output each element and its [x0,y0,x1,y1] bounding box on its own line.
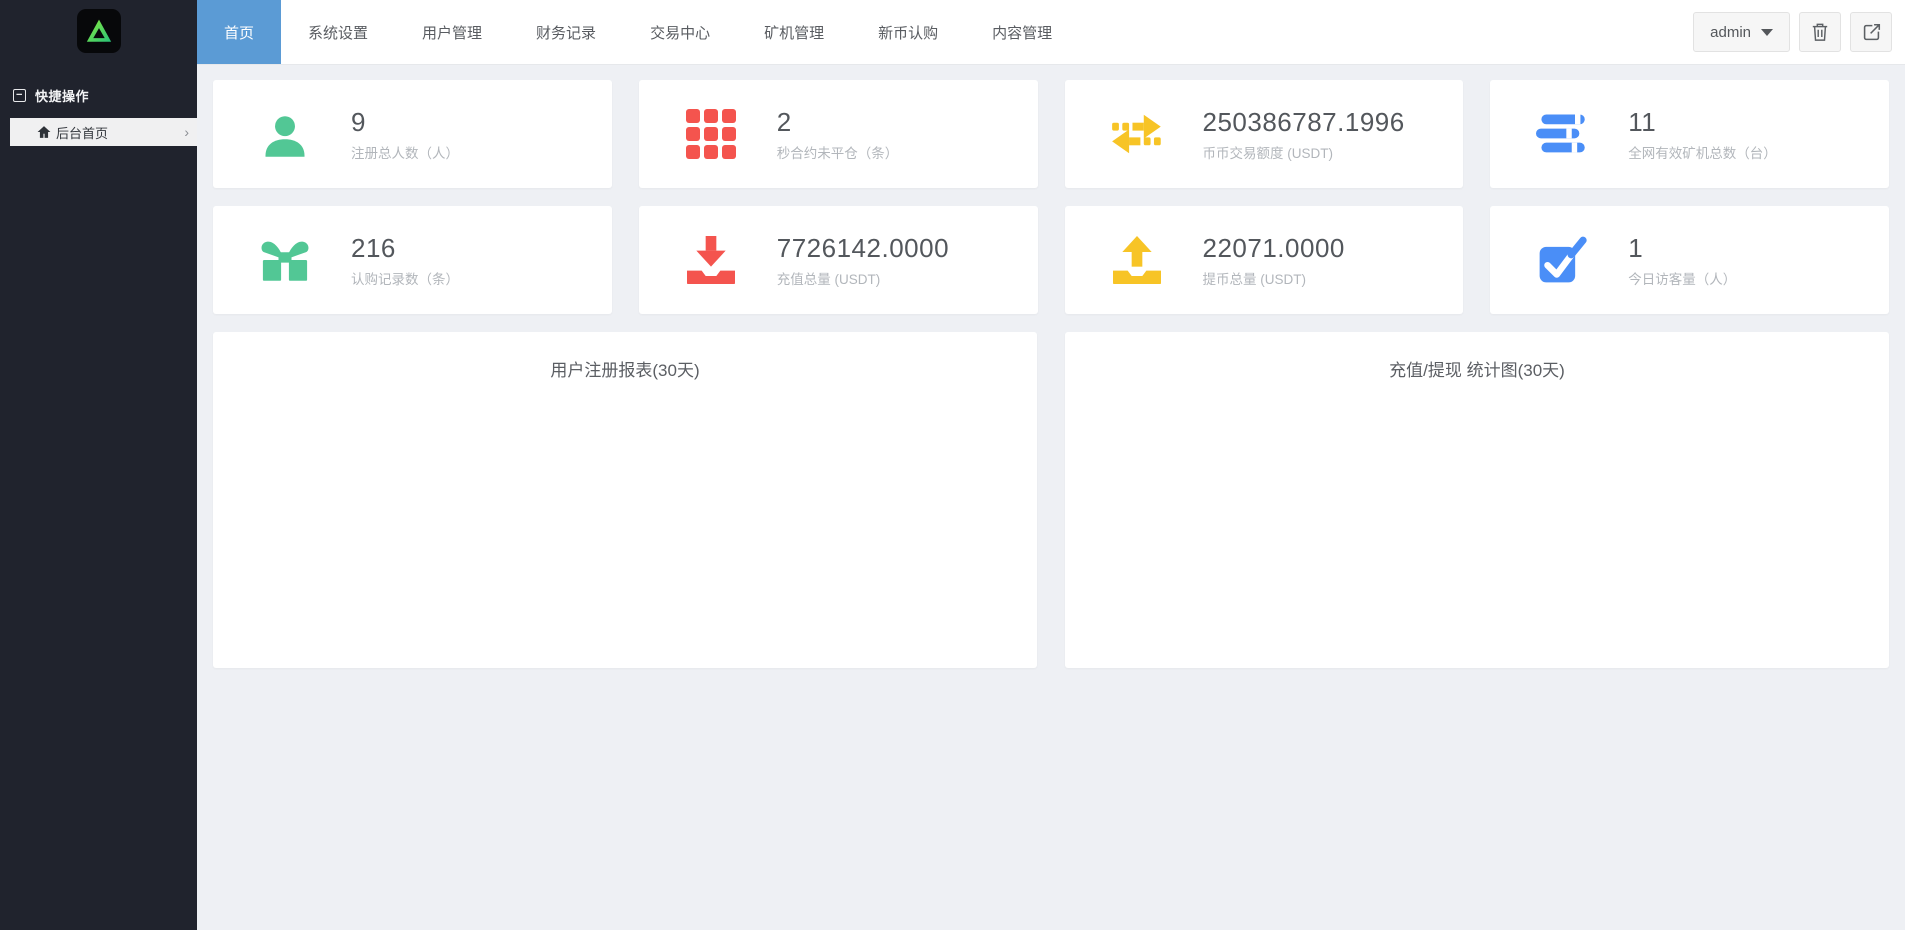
brand-logo[interactable] [76,9,121,53]
home-icon [37,126,51,138]
tab-finance-records[interactable]: 财务记录 [509,0,623,64]
trash-button[interactable] [1799,12,1841,52]
stat-label: 币币交易额度 (USDT) [1202,145,1334,161]
charts-row: 用户注册报表(30天) 充值/提现 统计图(30天) [213,332,1889,668]
stat-label: 全网有效矿机总数（台） [1628,145,1777,161]
green-a-logo-icon [86,19,111,42]
sidebar-section-title: 快捷操作 [35,89,90,104]
grid-icon [685,109,736,159]
user-menu-button[interactable]: admin [1693,12,1790,52]
stat-label: 今日访客量（人） [1628,271,1737,287]
stat-label: 提币总量 (USDT) [1202,271,1307,287]
nav-tabs: 首页 系统设置 用户管理 财务记录 交易中心 矿机管理 新币认购 内容管理 [197,0,1079,64]
main-column: 首页 系统设置 用户管理 财务记录 交易中心 矿机管理 新币认购 内容管理 ad… [197,0,1905,930]
logout-icon [1863,23,1880,40]
stat-value: 1 [1628,232,1644,263]
stat-label: 充值总量 (USDT) [776,271,881,287]
logout-button[interactable] [1850,12,1892,52]
stat-card-open-contracts[interactable]: 2 秒合约未平仓（条） [638,80,1038,188]
tab-user-management[interactable]: 用户管理 [395,0,509,64]
stat-card-subscription-records[interactable]: 216 认购记录数（条） [213,206,612,314]
stat-value: 216 [351,232,396,263]
trash-icon [1812,23,1828,41]
stat-card-active-miners[interactable]: 11 全网有效矿机总数（台） [1490,80,1889,188]
download-icon [686,236,735,284]
caret-down-icon [1761,28,1773,36]
sidebar-section-header[interactable]: − 快捷操作 [13,86,197,105]
top-navbar: 首页 系统设置 用户管理 财务记录 交易中心 矿机管理 新币认购 内容管理 ad… [197,0,1905,65]
stat-card-total-withdrawals[interactable]: 22071.0000 提币总量 (USDT) [1064,206,1464,314]
stats-grid: 9 注册总人数（人） 2 秒合约未平仓（条） 250386787.1996 币币… [213,80,1889,314]
chart-title: 充值/提现 统计图(30天) [1389,361,1565,380]
tab-home[interactable]: 首页 [197,0,282,64]
dashboard-content: 9 注册总人数（人） 2 秒合约未平仓（条） 250386787.1996 币币… [197,65,1905,930]
stat-value: 11 [1628,106,1657,137]
user-icon [265,116,305,157]
gift-icon [261,241,309,281]
stat-card-trade-volume[interactable]: 250386787.1996 币币交易额度 (USDT) [1064,80,1464,188]
tab-new-coin-subscription[interactable]: 新币认购 [851,0,965,64]
tab-system-settings[interactable]: 系统设置 [281,0,395,64]
chart-deposit-withdrawal: 充值/提现 统计图(30天) [1065,332,1889,668]
chart-user-registrations: 用户注册报表(30天) [213,332,1037,668]
stat-card-total-deposits[interactable]: 7726142.0000 充值总量 (USDT) [638,206,1038,314]
check-square-icon [1539,236,1587,283]
chart-title: 用户注册报表(30天) [550,361,700,380]
user-name: admin [1710,23,1751,41]
stat-value: 7726142.0000 [776,232,950,263]
sidebar-item-label: 后台首页 [56,125,109,141]
stat-label: 注册总人数（人） [351,145,459,161]
sidebar-item-dashboard[interactable]: 后台首页 › [10,118,197,146]
collapse-icon[interactable]: − [13,89,26,102]
tab-miner-management[interactable]: 矿机管理 [737,0,851,64]
chevron-right-icon: › [184,124,189,140]
upload-icon [1112,236,1161,284]
server-list-icon [1536,114,1585,153]
stat-card-today-visitors[interactable]: 1 今日访客量（人） [1490,206,1889,314]
stat-value: 2 [776,106,792,137]
stat-label: 秒合约未平仓（条） [776,145,899,161]
tab-trade-center[interactable]: 交易中心 [623,0,737,64]
admin-app: − 快捷操作 后台首页 › 首页 系统设置 用户管理 财务记录 交易中心 矿机管… [0,0,1905,930]
tab-content-management[interactable]: 内容管理 [965,0,1079,64]
stat-value: 22071.0000 [1202,232,1345,263]
sidebar: − 快捷操作 后台首页 › [0,0,197,930]
stat-value: 9 [351,106,366,137]
transfer-arrows-icon [1111,114,1161,154]
stat-value: 250386787.1996 [1202,106,1405,137]
stat-card-registered-users[interactable]: 9 注册总人数（人） [213,80,612,188]
stat-label: 认购记录数（条） [351,271,459,287]
header-actions: admin [1693,0,1905,64]
